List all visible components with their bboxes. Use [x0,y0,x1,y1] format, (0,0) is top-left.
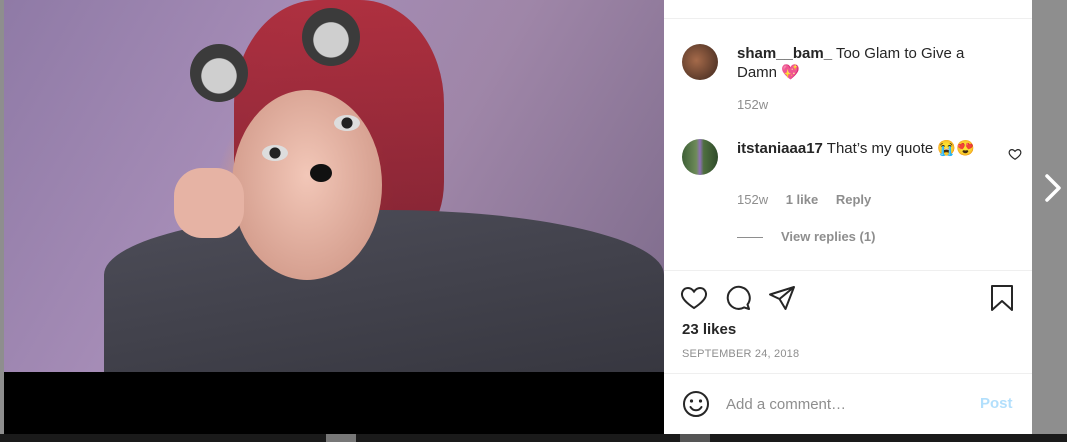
photo-detail [190,44,248,102]
comment-input[interactable] [726,392,966,416]
photo-detail [310,164,332,182]
caption-age[interactable]: 152w [737,97,768,112]
caption-username[interactable]: sham__bam_ [737,45,832,62]
bookmark-icon[interactable] [988,284,1016,312]
reply-button[interactable]: Reply [836,192,871,207]
photo-detail [262,145,288,161]
avatar[interactable] [682,139,718,175]
comment-meta: 152w 1 like Reply [737,192,885,207]
comment-body: That’s my quote 😭😍 [822,140,975,157]
post-caption: sham__bam_ Too Glam to Give a Damn 💖 152… [682,44,1012,124]
comment-bubble-icon[interactable] [724,284,752,312]
post-photo-pane [4,0,664,434]
heart-icon[interactable] [680,284,708,312]
photo-detail [232,90,382,280]
post-date: SEPTEMBER 24, 2018 [682,348,800,360]
comment-username[interactable]: itstaniaaa17 [737,140,823,157]
backdrop-thumbnail [680,434,710,442]
photo-detail [302,8,360,66]
divider [664,270,1032,271]
comment-heart-icon[interactable] [1008,147,1022,161]
divider [664,373,1032,374]
photo-detail [334,115,360,131]
action-bar [680,284,1020,312]
post-photo[interactable] [4,0,664,372]
comment-text: itstaniaaa17 That’s my quote 😭😍 [737,139,977,158]
comment-age[interactable]: 152w [737,192,768,207]
view-replies-button[interactable]: View replies (1) [737,229,875,244]
avatar[interactable] [682,44,718,80]
view-replies-line [737,237,763,239]
paper-plane-icon[interactable] [768,284,796,312]
caption-meta: 152w [737,97,782,112]
caption-text: sham__bam_ Too Glam to Give a Damn 💖 [737,44,977,82]
photo-detail [174,168,244,238]
post-side-panel: sham__bam_ Too Glam to Give a Damn 💖 152… [664,0,1032,434]
smiley-icon[interactable] [682,390,710,418]
post-button[interactable]: Post [980,395,1013,412]
backdrop-strip [0,434,1067,442]
backdrop-thumbnail [326,434,356,442]
view-replies-label: View replies (1) [781,229,876,244]
comment-likes[interactable]: 1 like [786,192,819,207]
divider [664,18,1032,19]
likes-count[interactable]: 23 likes [682,321,736,338]
chevron-right-icon[interactable] [1040,172,1066,204]
